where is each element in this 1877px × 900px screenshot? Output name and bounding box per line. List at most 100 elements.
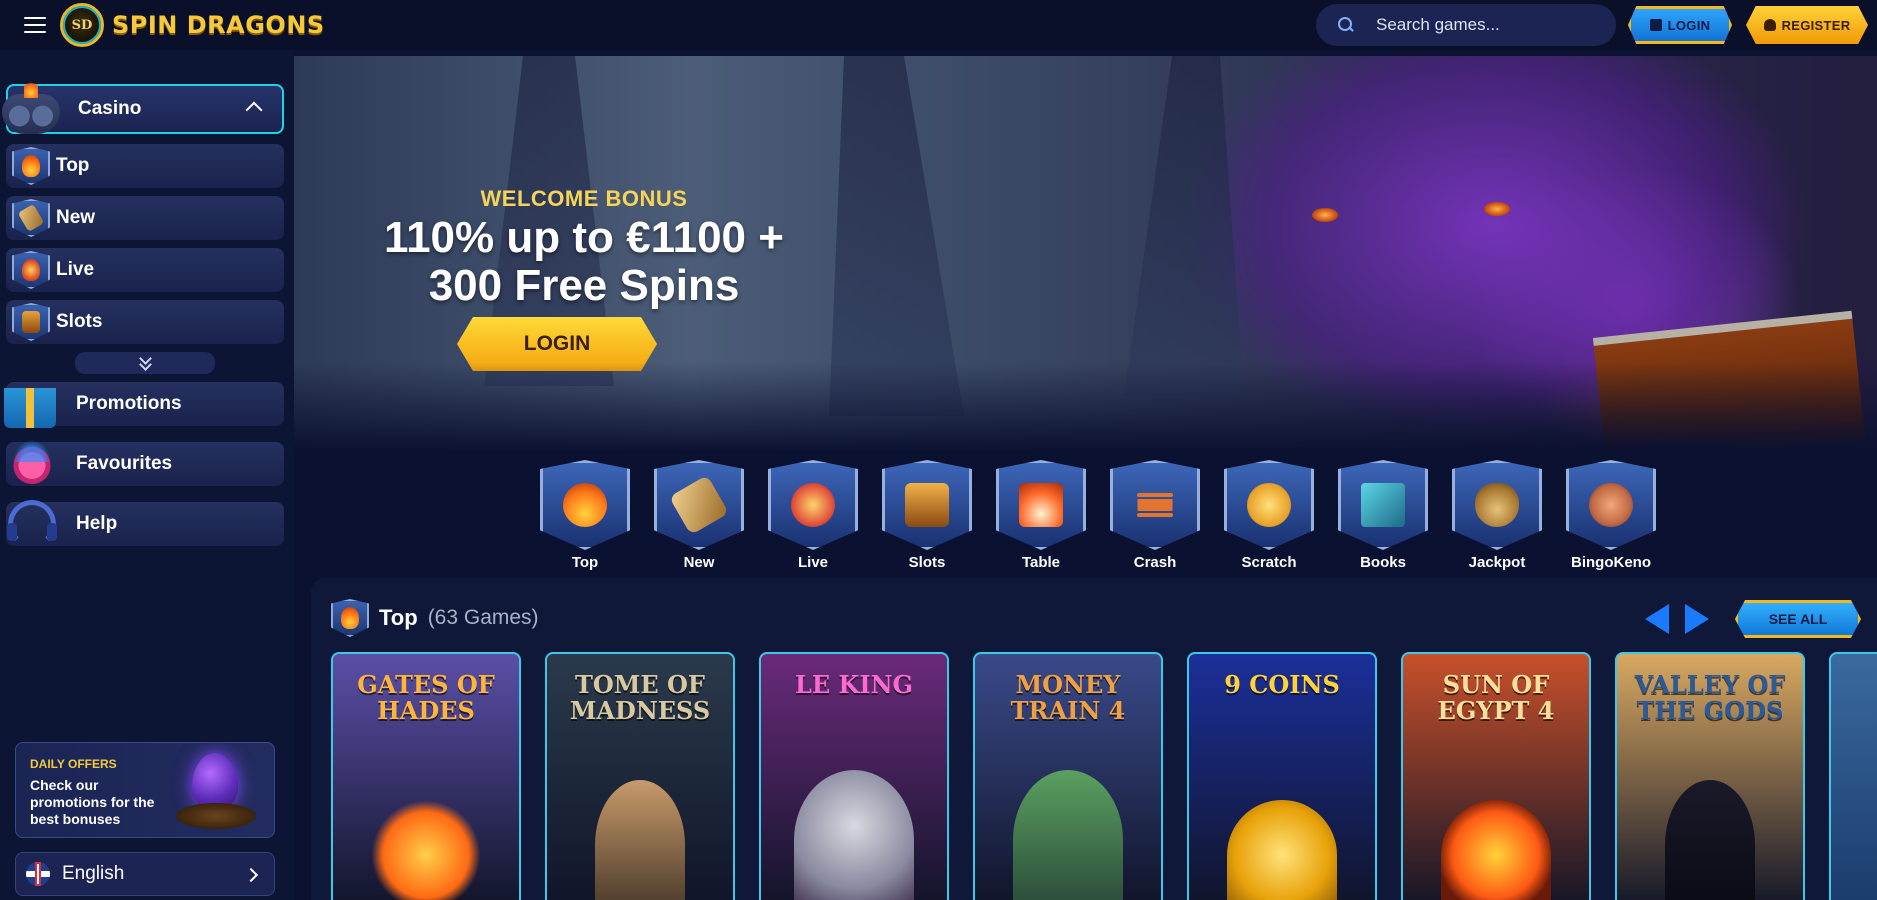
brand-logo[interactable]: SD SPIN DRAGONS bbox=[60, 3, 325, 47]
game-tile[interactable]: TOME OF MADNESS bbox=[545, 652, 735, 900]
category-label: Live bbox=[797, 554, 828, 571]
header-register-button[interactable]: REGISTER bbox=[1746, 6, 1868, 44]
hero-banner: WELCOME BONUS 110% up to €1100 + 300 Fre… bbox=[294, 56, 1877, 452]
category-bingokeno[interactable]: BingoKeno bbox=[1566, 460, 1656, 571]
expand-categories-button[interactable] bbox=[75, 352, 215, 374]
hero-rock bbox=[1124, 56, 1244, 396]
category-jackpot[interactable]: Jackpot bbox=[1452, 460, 1542, 571]
game-tile[interactable]: SUN OF EGYPT 4 bbox=[1401, 652, 1591, 900]
sidebar-casino-label: Casino bbox=[78, 98, 142, 119]
search-input[interactable]: Search games... bbox=[1316, 4, 1616, 46]
daily-offers-text: Check our promotions for the best bonuse… bbox=[30, 777, 155, 827]
sidebar-item-favourites[interactable]: Favourites bbox=[6, 436, 284, 488]
game-tile[interactable]: GATES OF HADES bbox=[331, 652, 521, 900]
flame-icon bbox=[331, 599, 369, 637]
daily-offers-card[interactable]: DAILY OFFERS Check our promotions for th… bbox=[15, 742, 275, 838]
category-label: BingoKeno bbox=[1571, 554, 1651, 571]
category-label: Crash bbox=[1133, 554, 1177, 571]
sidebar-item-casino[interactable]: Casino bbox=[2, 80, 284, 134]
category-label: Table bbox=[1021, 554, 1061, 571]
header-login-button[interactable]: LOGIN bbox=[1628, 6, 1732, 44]
game-tiles-row: GATES OF HADES TOME OF MADNESS LE KING M… bbox=[331, 652, 1877, 900]
category-top[interactable]: Top bbox=[540, 460, 630, 571]
sidebar-item-new[interactable]: New bbox=[6, 196, 284, 240]
category-bar: Top New Live Slots Table Crash Scratch B… bbox=[540, 460, 1680, 571]
scroll-right-arrow-icon[interactable] bbox=[1685, 604, 1709, 634]
game-title: SUN OF EGYPT 4 bbox=[1437, 670, 1555, 725]
game-art bbox=[1665, 780, 1755, 900]
bingo-cage-icon bbox=[1566, 460, 1656, 550]
sidebar-item-promotions[interactable]: Promotions bbox=[4, 382, 284, 428]
coin-card-icon bbox=[1224, 460, 1314, 550]
sidebar-item-label: Top bbox=[56, 155, 90, 176]
menu-icon[interactable] bbox=[24, 17, 46, 33]
hero-rock bbox=[829, 56, 964, 416]
game-title: MONEY TRAIN 4 bbox=[1010, 670, 1126, 725]
treasure-chest-image bbox=[1592, 310, 1866, 452]
scroll-left-arrow-icon[interactable] bbox=[1645, 604, 1669, 634]
category-label: Top bbox=[571, 554, 599, 571]
book-icon bbox=[1338, 460, 1428, 550]
language-selector[interactable]: English bbox=[15, 852, 275, 896]
header-login-label: LOGIN bbox=[1667, 17, 1711, 33]
category-table[interactable]: Table bbox=[996, 460, 1086, 571]
sidebar-item-label: Favourites bbox=[76, 453, 173, 474]
game-tile[interactable]: LE KING bbox=[759, 652, 949, 900]
game-tile[interactable]: VALLEY OF THE GODS bbox=[1615, 652, 1805, 900]
game-title: TOME OF MADNESS bbox=[569, 670, 711, 725]
sidebar-item-label: Promotions bbox=[76, 393, 182, 414]
game-tile[interactable]: 9 COINS bbox=[1187, 652, 1377, 900]
game-art bbox=[1441, 800, 1551, 900]
game-art bbox=[1227, 800, 1337, 900]
flaming-cards-icon bbox=[996, 460, 1086, 550]
uk-flag-icon bbox=[26, 862, 50, 886]
sidebar-item-top[interactable]: Top bbox=[6, 144, 284, 188]
category-label: Books bbox=[1360, 554, 1406, 571]
game-title: LE KING bbox=[794, 670, 914, 699]
header-register-label: REGISTER bbox=[1781, 17, 1851, 33]
category-label: Scratch bbox=[1241, 554, 1297, 571]
hero-title-line1: 110% up to €1100 + bbox=[384, 213, 784, 262]
double-chevron-down-icon bbox=[139, 356, 151, 370]
category-crash[interactable]: Crash bbox=[1110, 460, 1200, 571]
category-scratch[interactable]: Scratch bbox=[1224, 460, 1314, 571]
hero-login-button[interactable]: LOGIN bbox=[457, 317, 657, 371]
game-title: VALLEY OF THE GODS bbox=[1634, 670, 1786, 725]
sidebar-item-help[interactable]: Help bbox=[6, 500, 284, 548]
sidebar-item-slots[interactable]: Slots bbox=[6, 300, 284, 344]
slot-machine-icon bbox=[12, 303, 50, 341]
games-section-title: Top bbox=[379, 605, 418, 630]
money-bag-icon bbox=[1452, 460, 1542, 550]
slot-machine-icon bbox=[882, 460, 972, 550]
sidebar-item-label: Help bbox=[76, 513, 118, 534]
gamepad-icon bbox=[2, 80, 60, 134]
dragon-egg-icon bbox=[170, 749, 262, 833]
sidebar-item-label: Slots bbox=[56, 311, 103, 332]
category-label: Jackpot bbox=[1468, 554, 1526, 571]
headset-icon bbox=[7, 500, 57, 548]
category-slots[interactable]: Slots bbox=[882, 460, 972, 571]
game-tile[interactable]: MONEY TRAIN 4 bbox=[973, 652, 1163, 900]
category-new[interactable]: New bbox=[654, 460, 744, 571]
game-art bbox=[595, 780, 685, 900]
chevron-up-icon[interactable] bbox=[245, 101, 263, 119]
category-label: New bbox=[683, 554, 715, 571]
heart-icon bbox=[6, 436, 58, 488]
game-title: GATES OF HADES bbox=[357, 670, 495, 725]
flame-icon bbox=[12, 147, 50, 185]
search-icon bbox=[1338, 17, 1354, 33]
game-art bbox=[1013, 770, 1123, 900]
game-art bbox=[371, 800, 481, 900]
game-tile[interactable] bbox=[1829, 652, 1877, 900]
category-books[interactable]: Books bbox=[1338, 460, 1428, 571]
flame-icon bbox=[540, 460, 630, 550]
dragon-eye bbox=[1484, 202, 1510, 216]
game-title: 9 COINS bbox=[1224, 670, 1340, 699]
hero-kicker: WELCOME BONUS bbox=[480, 186, 688, 211]
see-all-button[interactable]: SEE ALL bbox=[1735, 600, 1861, 638]
category-label: Slots bbox=[908, 554, 946, 571]
sidebar-item-live[interactable]: Live bbox=[6, 248, 284, 292]
category-live[interactable]: Live bbox=[768, 460, 858, 571]
language-label: English bbox=[62, 863, 125, 884]
sidebar-item-label: New bbox=[56, 207, 96, 228]
